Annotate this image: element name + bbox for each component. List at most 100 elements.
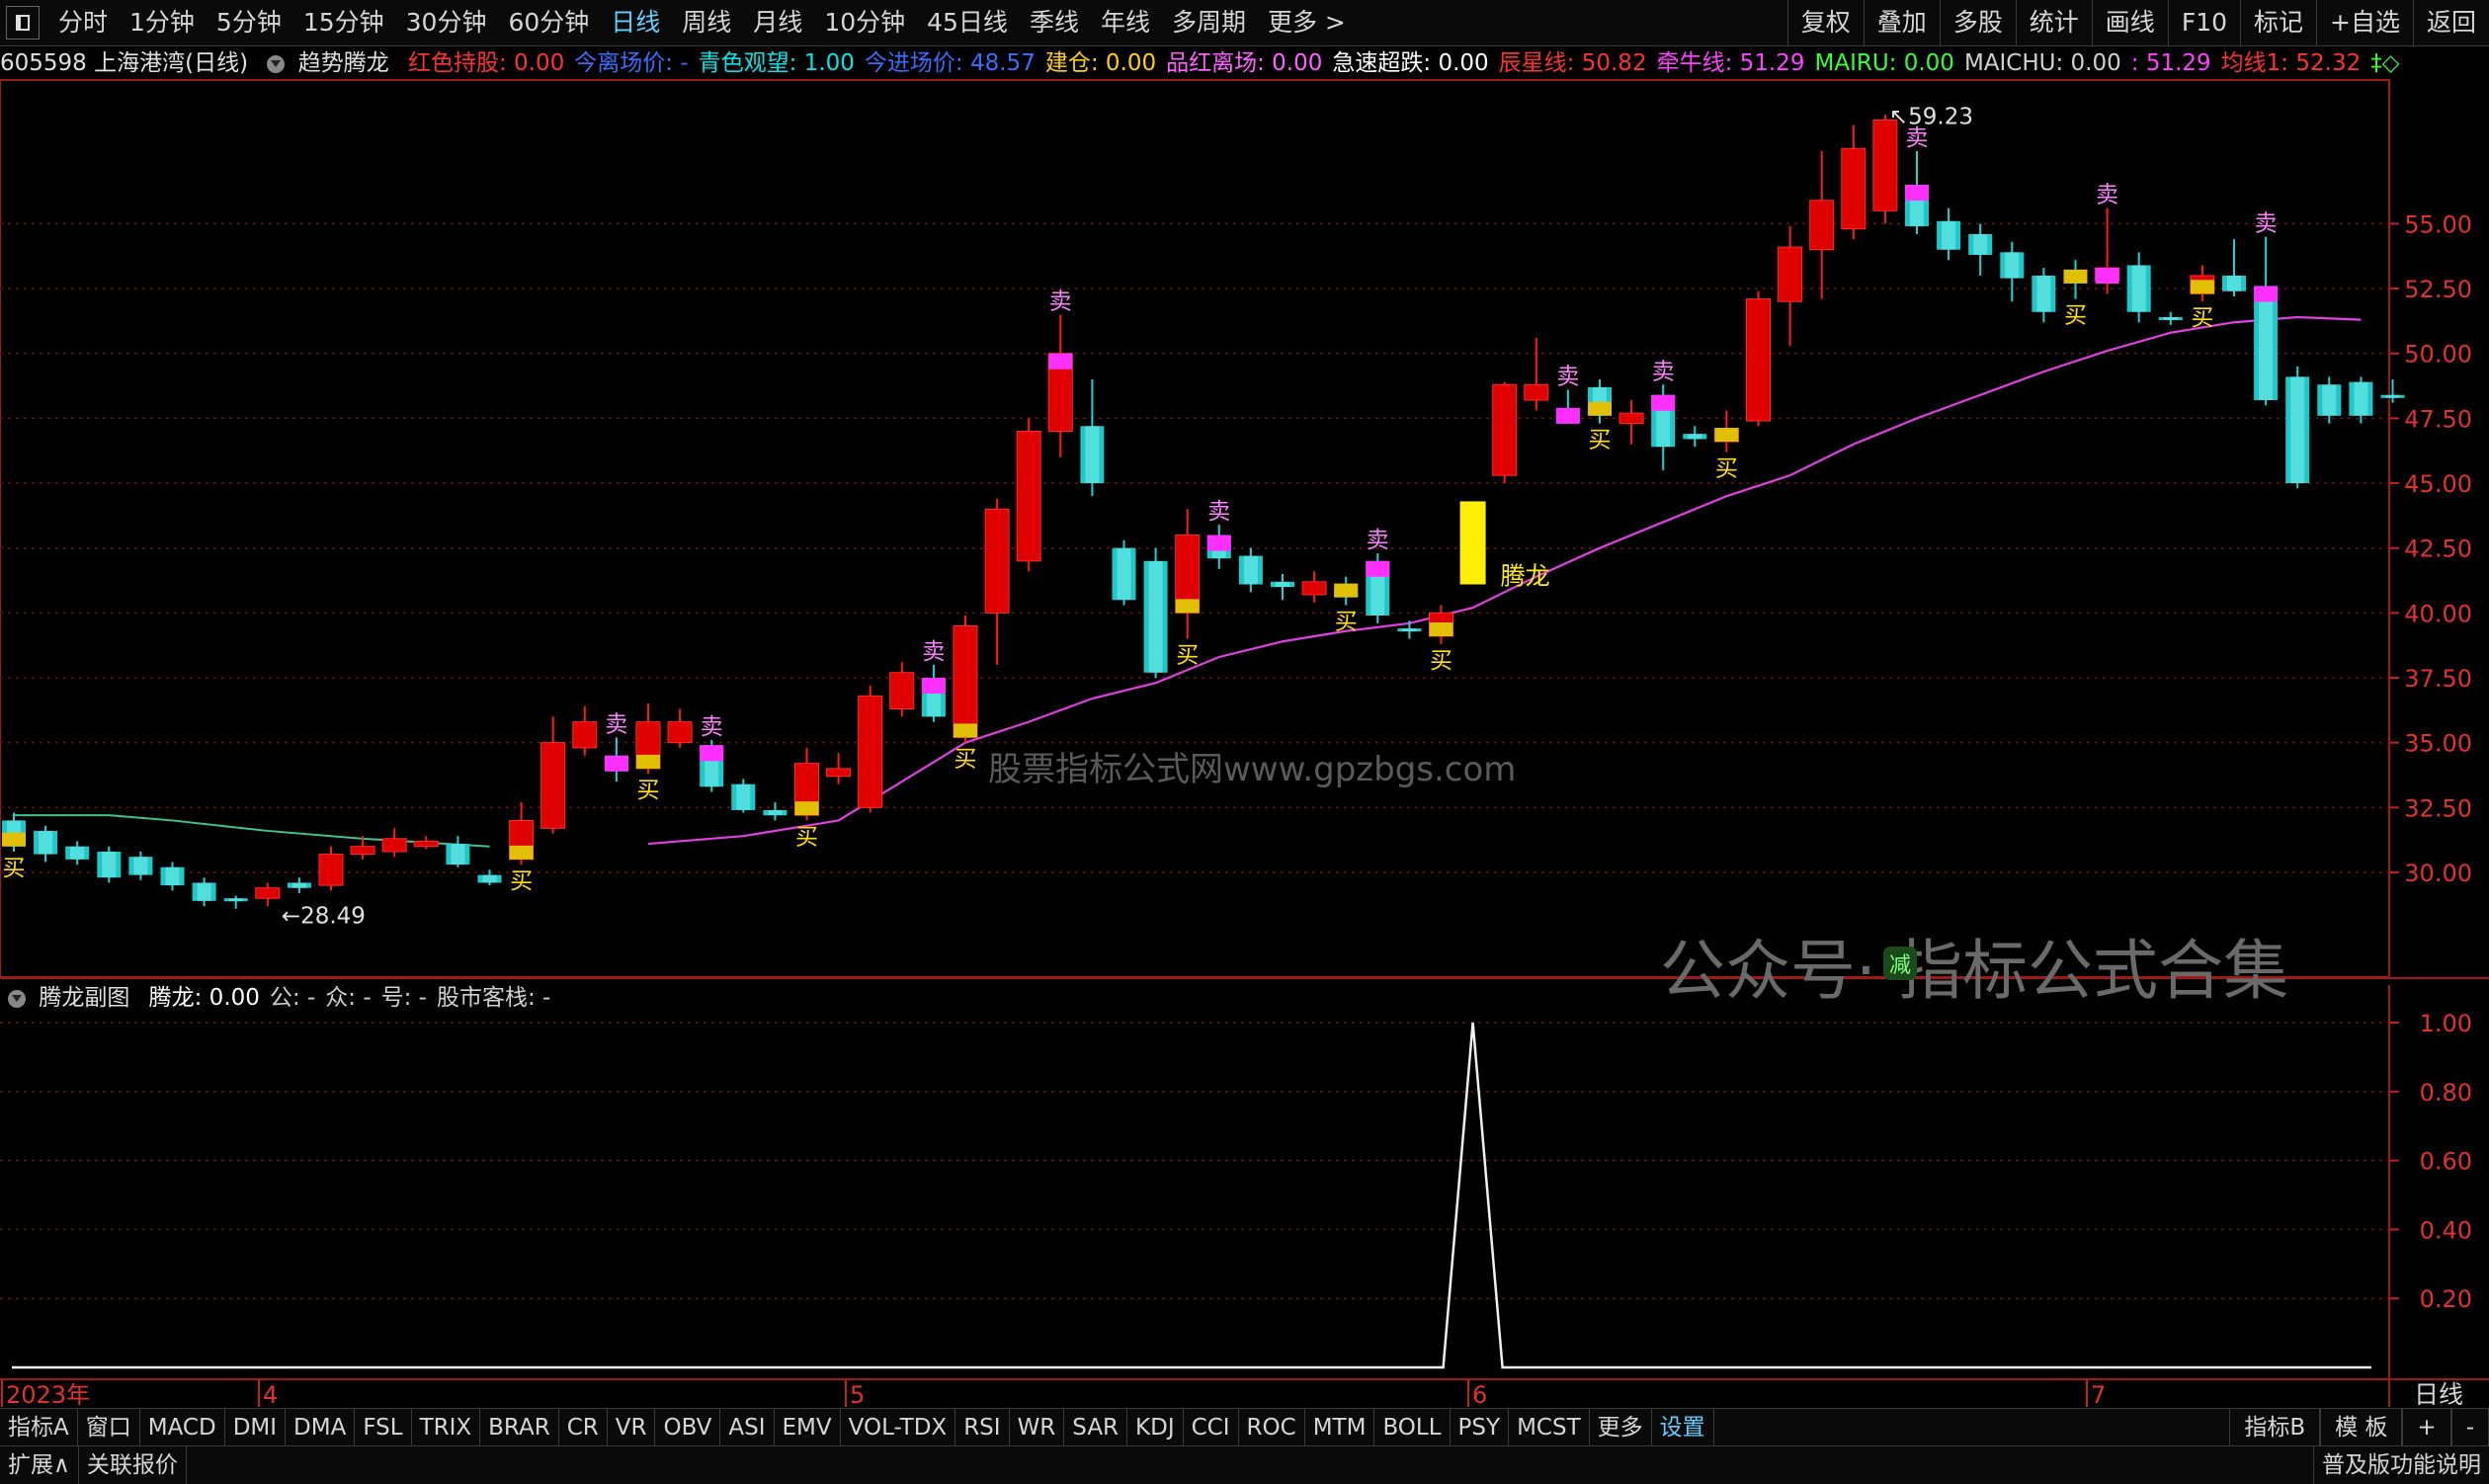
sub-indicator-values: 腾龙: 0.00 公: - 众: - 号: - 股市客栈: - [149, 985, 561, 1011]
candle-highlight [2131, 265, 2146, 312]
candle-body [1872, 119, 1898, 211]
sell-marker: 卖 [605, 711, 627, 737]
candle-highlight [2354, 381, 2368, 416]
candle-body [350, 846, 375, 856]
indicator-tabs-right: 指标B 模 板 + - [2229, 1409, 2489, 1446]
indicator-tab[interactable]: ASI [720, 1409, 775, 1446]
price-tick-label: 47.50 [2404, 405, 2472, 433]
indicator-tab[interactable]: DMI [225, 1409, 287, 1446]
candle-highlight [1942, 220, 1956, 250]
indicator-tab[interactable]: CCI [1184, 1409, 1239, 1446]
indicator-tab[interactable]: 窗口 [78, 1409, 140, 1446]
buy-marker: 买 [3, 856, 26, 881]
buy-block [1429, 621, 1453, 636]
month-label: 7 [2091, 1381, 2106, 1408]
month-label: 5 [850, 1381, 865, 1408]
sell-marker: 卖 [2096, 183, 2118, 208]
sub-tick-label: 0.60 [2420, 1148, 2472, 1176]
sell-marker: 卖 [1049, 289, 1072, 314]
buy-block [509, 845, 534, 860]
sell-marker: 卖 [1652, 359, 1675, 384]
indicator-tab[interactable]: BRAR [480, 1409, 559, 1446]
candle-body [572, 721, 598, 749]
indicator-tab-right[interactable]: - [2450, 1409, 2489, 1446]
sell-block [1555, 407, 1580, 424]
status-item[interactable]: 扩展∧ [0, 1446, 79, 1484]
candle-body [413, 840, 439, 848]
indicator-tab[interactable]: ROC [1239, 1409, 1305, 1446]
candle-highlight [1117, 547, 1131, 601]
price-tick-label: 45.00 [2404, 470, 2472, 498]
candle-highlight [2163, 316, 2178, 320]
price-tick-label: 35.00 [2404, 730, 2472, 758]
indicator-tab[interactable]: VOL-TDX [841, 1409, 956, 1446]
indicator-tab[interactable]: MCST [1509, 1409, 1590, 1446]
chart-area[interactable]: 55.00 52.50 50.00 47.50 45.00 42.50 40.00 37.50… [0, 0, 2489, 1408]
sell-marker: 卖 [1556, 365, 1579, 390]
indicator-tabs: 指标A 窗口 MACD DMI DMA FSL TRIX BRAR CR VR OBV ASI EMV V… [0, 1409, 1714, 1446]
buy-marker: 买 [1335, 609, 1358, 634]
sell-marker: 卖 [922, 639, 945, 665]
indicator-tab[interactable]: CR [559, 1409, 608, 1446]
sub-dropdown-icon[interactable] [8, 989, 26, 1008]
help-link[interactable]: 普及版功能说明 [2313, 1446, 2489, 1484]
price-tick-label: 30.00 [2404, 860, 2472, 887]
sub-tick-label: 0.20 [2420, 1285, 2472, 1313]
candle-highlight [1085, 426, 1100, 484]
indicator-tab[interactable]: 指标A [0, 1409, 78, 1446]
indicator-tab-right[interactable]: 指标B [2229, 1409, 2321, 1446]
buy-marker: 买 [510, 868, 533, 894]
candle-body [255, 887, 281, 899]
candle-highlight [2290, 376, 2305, 484]
indicator-tab[interactable]: TRIX [412, 1409, 481, 1446]
candle-body [1746, 298, 1771, 422]
indicator-tab[interactable]: PSY [1451, 1409, 1510, 1446]
sell-block [1651, 394, 1676, 411]
indicator-tab[interactable]: VR [608, 1409, 656, 1446]
indicator-tab[interactable]: EMV [775, 1409, 841, 1446]
tenglong-label: 腾龙 [1501, 561, 1550, 590]
candle-highlight [2036, 275, 2051, 312]
sub-indicator-value: 公: - [269, 985, 316, 1011]
indicator-tab-right[interactable]: + [2402, 1409, 2451, 1446]
sub-indicator-value: 腾龙: 0.00 [148, 985, 260, 1011]
indicator-tab[interactable]: RSI [955, 1409, 1010, 1446]
candle-body [953, 624, 978, 738]
sell-marker: 卖 [701, 714, 723, 740]
buy-block [2190, 280, 2214, 294]
indicator-tabs-bar: 指标A 窗口 MACD DMI DMA FSL TRIX BRAR CR VR OBV ASI EMV V… [0, 1408, 2489, 1446]
indicator-tab[interactable]: DMA [286, 1409, 356, 1446]
indicator-tab[interactable]: SAR [1064, 1409, 1128, 1446]
buy-marker: 买 [795, 824, 818, 850]
indicator-tab[interactable]: OBV [655, 1409, 721, 1446]
buy-block [2, 832, 26, 847]
indicator-tab[interactable]: MACD [140, 1409, 225, 1446]
sell-block [2254, 286, 2279, 302]
status-item[interactable]: 关联报价 [79, 1446, 187, 1484]
sub-indicator-name[interactable]: 腾龙副图 [39, 985, 129, 1011]
buy-block [1334, 583, 1359, 598]
sub-indicator-value: 股市客栈: - [436, 985, 551, 1011]
price-tick-label: 32.50 [2404, 794, 2472, 822]
month-label: 2023年 [6, 1381, 90, 1408]
indicator-tab[interactable]: 设置 [1652, 1409, 1714, 1446]
indicator-tab[interactable]: 更多 [1590, 1409, 1652, 1446]
main-frame [0, 79, 2390, 978]
candle-highlight [2259, 286, 2274, 401]
buy-marker: 买 [2064, 303, 2087, 329]
indicator-tab[interactable]: BOLL [1374, 1409, 1451, 1446]
indicator-tab[interactable]: MTM [1305, 1409, 1375, 1446]
indicator-tab[interactable]: KDJ [1127, 1409, 1184, 1446]
indicator-tab[interactable]: FSL [355, 1409, 412, 1446]
high-label: ↖59.23 [1889, 104, 1973, 129]
sub-tick-label: 0.80 [2420, 1079, 2472, 1107]
watermark-right: 公众号· 指标公式合集 [1660, 933, 2288, 1009]
sub-tick-label: 0.40 [2420, 1216, 2472, 1244]
sell-marker: 卖 [1367, 528, 1389, 553]
sell-block [1366, 560, 1390, 577]
candle-highlight [1402, 628, 1417, 632]
sub-indicator-value: 众: - [325, 985, 372, 1011]
indicator-tab[interactable]: WR [1010, 1409, 1065, 1446]
price-tick-label: 42.50 [2404, 536, 2472, 563]
indicator-tab-right[interactable]: 模 板 [2320, 1409, 2403, 1446]
